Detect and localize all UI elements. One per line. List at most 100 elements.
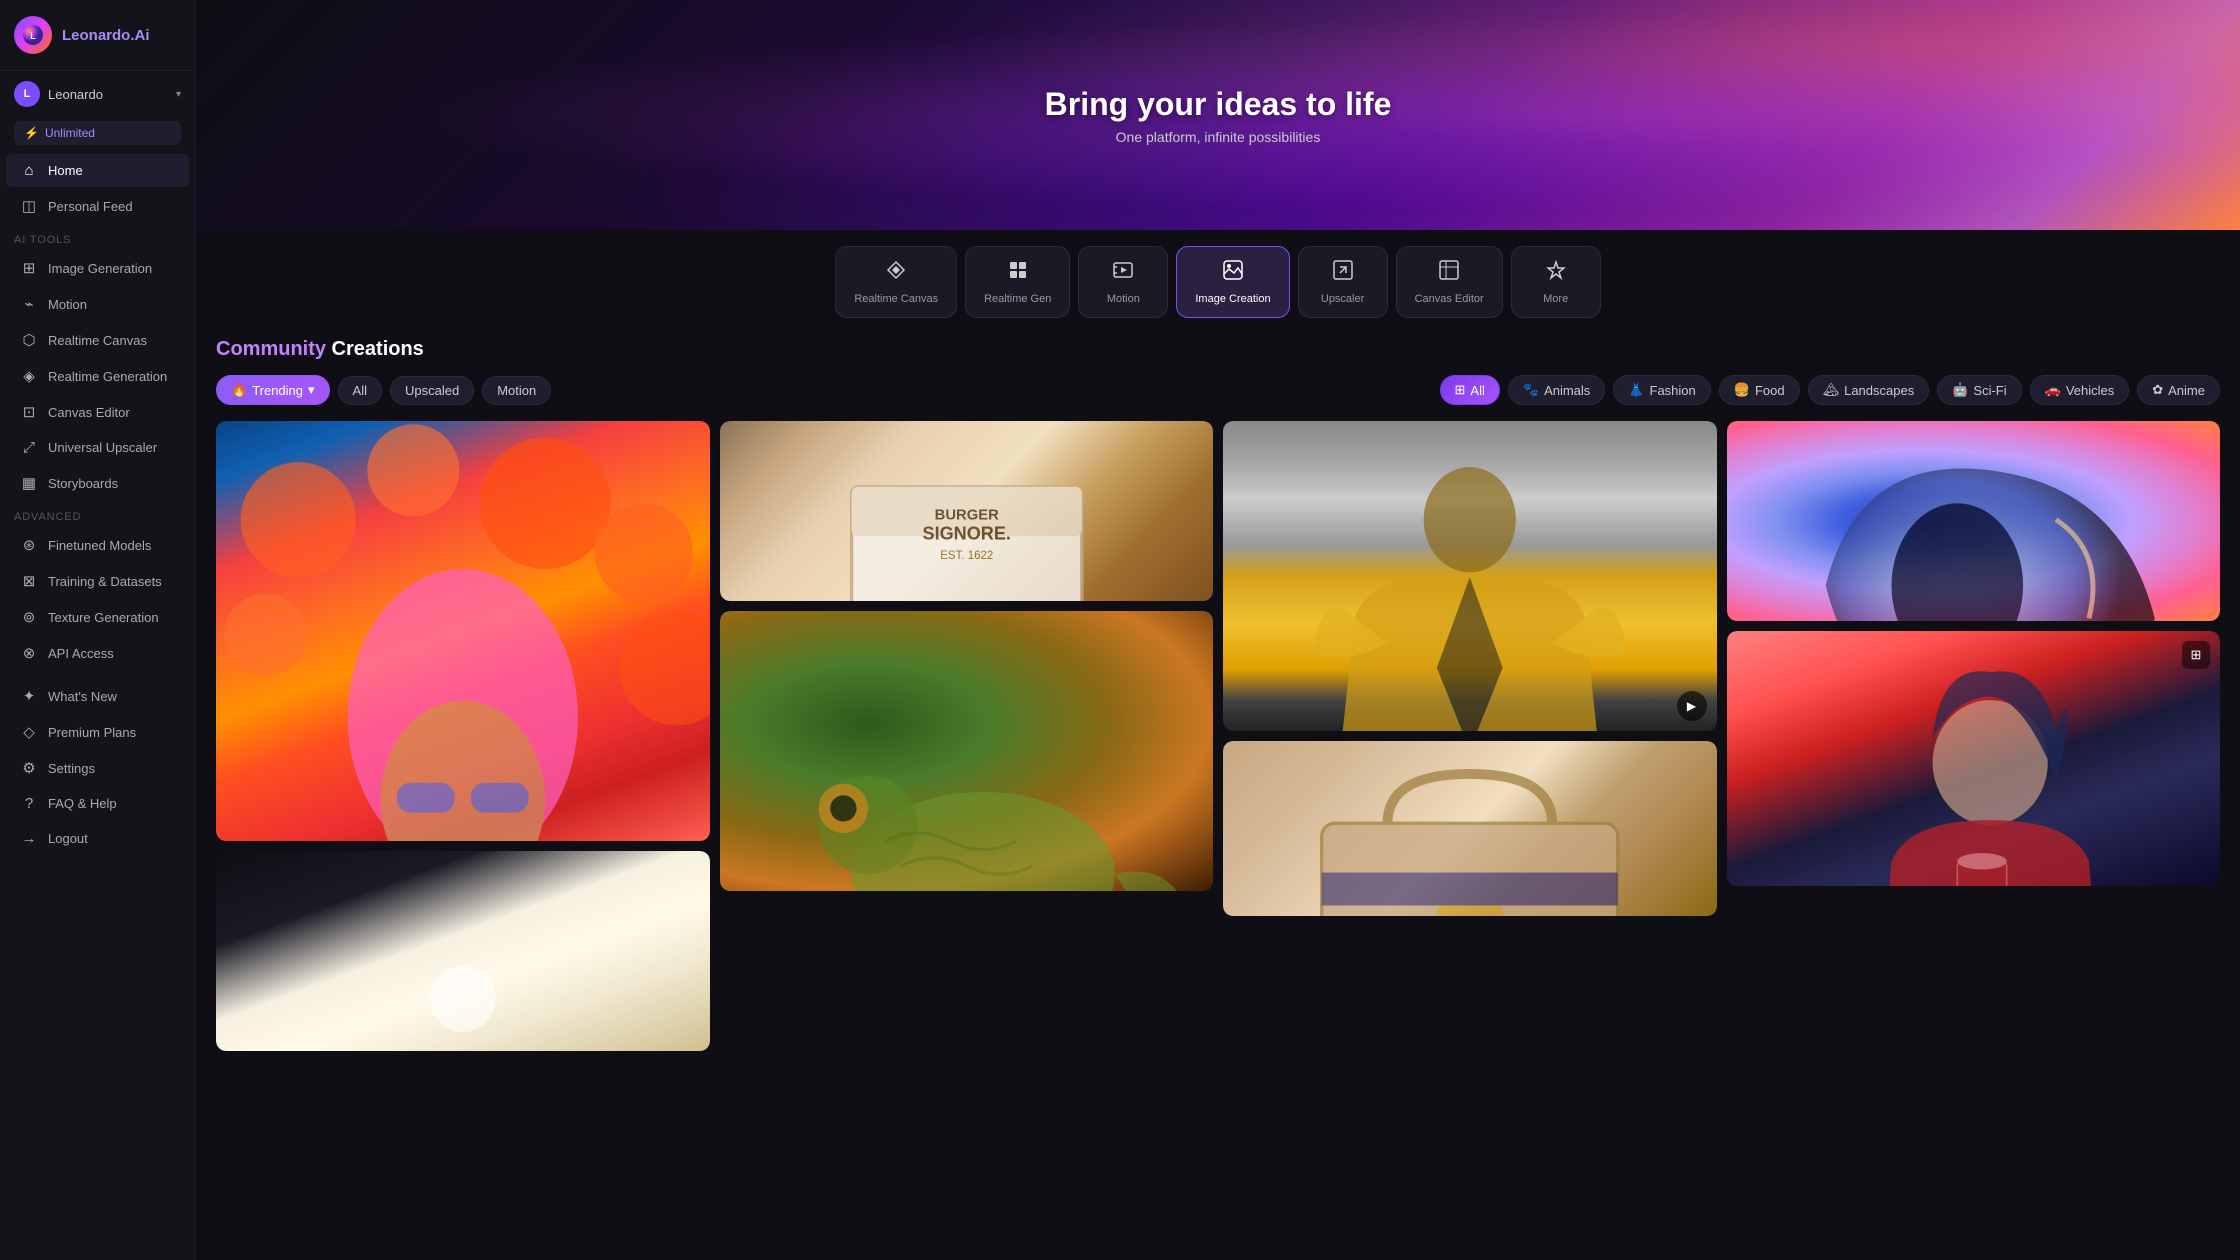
premium-icon: ◇ bbox=[20, 723, 38, 741]
toolbar-more[interactable]: More bbox=[1511, 246, 1601, 318]
filter-landscapes-label: Landscapes bbox=[1844, 383, 1914, 398]
sidebar-item-realtime-canvas[interactable]: ⬡ Realtime Canvas bbox=[6, 323, 189, 357]
chevron-down-icon: ▾ bbox=[176, 89, 181, 100]
image-creation-toolbar-icon bbox=[1222, 259, 1244, 287]
grid-item-woman-orange[interactable] bbox=[216, 421, 710, 841]
motion-toolbar-icon bbox=[1112, 259, 1134, 287]
filter-trending-label: Trending bbox=[252, 383, 303, 398]
sidebar-item-whats-new[interactable]: ✦ What's New bbox=[6, 679, 189, 713]
fashion-icon: 👗 bbox=[1628, 382, 1644, 398]
play-button-fashion[interactable]: ▶ bbox=[1677, 691, 1707, 721]
finetuned-icon: ⊛ bbox=[20, 536, 38, 554]
food-icon: 🍔 bbox=[1734, 382, 1750, 398]
logo[interactable]: L Leonardo.Ai bbox=[0, 0, 195, 71]
sidebar-item-universal-upscaler[interactable]: ⤢ Universal Upscaler bbox=[6, 431, 189, 464]
whats-new-icon: ✦ bbox=[20, 687, 38, 705]
sidebar-item-faq-help[interactable]: ? FAQ & Help bbox=[6, 787, 189, 820]
ai-tools-label: AI Tools bbox=[0, 224, 195, 250]
grid-item-fashion-man[interactable]: ▶ bbox=[1223, 421, 1717, 731]
section-title-highlight: Community bbox=[216, 338, 326, 360]
filter-sci-fi-label: Sci-Fi bbox=[1973, 383, 2006, 398]
toolbar-motion[interactable]: Motion bbox=[1078, 246, 1168, 318]
svg-text:EST. 1622: EST. 1622 bbox=[940, 550, 993, 562]
sidebar-item-realtime-generation[interactable]: ◈ Realtime Generation bbox=[6, 359, 189, 393]
sidebar-item-texture-generation[interactable]: ⊚ Texture Generation bbox=[6, 600, 189, 634]
upscaler-icon: ⤢ bbox=[20, 439, 38, 456]
filter-all-right[interactable]: ⊞ All bbox=[1440, 375, 1500, 405]
animals-icon: 🐾 bbox=[1523, 382, 1539, 398]
filter-motion-label: Motion bbox=[497, 383, 536, 398]
filter-vehicles[interactable]: 🚗 Vehicles bbox=[2030, 375, 2130, 405]
sidebar-item-home[interactable]: ⌂ Home bbox=[6, 154, 189, 187]
sidebar-item-label: Settings bbox=[48, 761, 95, 776]
sidebar-item-label: What's New bbox=[48, 689, 117, 704]
toolbar-realtime-gen[interactable]: Realtime Gen bbox=[965, 246, 1070, 318]
unlimited-badge[interactable]: ⚡ Unlimited bbox=[14, 121, 181, 145]
sidebar: L Leonardo.Ai L Leonardo ▾ ⚡ Unlimited ⌂… bbox=[0, 0, 196, 1260]
sidebar-item-label: Finetuned Models bbox=[48, 538, 151, 553]
sidebar-item-premium-plans[interactable]: ◇ Premium Plans bbox=[6, 715, 189, 749]
landscapes-icon: 🏔 bbox=[1823, 382, 1840, 398]
filter-trending[interactable]: 🔥 Trending ▾ bbox=[216, 375, 330, 405]
anime-icon: ✿ bbox=[2152, 382, 2163, 398]
main-content: Bring your ideas to life One platform, i… bbox=[196, 0, 2240, 1260]
sidebar-item-settings[interactable]: ⚙ Settings bbox=[6, 751, 189, 785]
sidebar-item-training-datasets[interactable]: ⊠ Training & Datasets bbox=[6, 564, 189, 598]
grid-menu-icon[interactable]: ⊞ bbox=[2182, 641, 2210, 669]
section-header: Community Creations bbox=[216, 334, 2220, 361]
toolbar-upscaler-label: Upscaler bbox=[1321, 293, 1364, 305]
trending-icon: 🔥 bbox=[231, 382, 247, 398]
grid-item-cream[interactable] bbox=[216, 851, 710, 1051]
filter-sci-fi[interactable]: 🤖 Sci-Fi bbox=[1937, 375, 2021, 405]
toolbar-canvas-editor-label: Canvas Editor bbox=[1415, 293, 1484, 305]
sidebar-item-personal-feed[interactable]: ◫ Personal Feed bbox=[6, 189, 189, 223]
filter-all-right-label: All bbox=[1470, 383, 1484, 398]
filter-motion[interactable]: Motion bbox=[482, 376, 551, 405]
grid-col-1 bbox=[216, 421, 710, 1051]
sidebar-item-label: Motion bbox=[48, 297, 87, 312]
storyboards-icon: ▦ bbox=[20, 474, 38, 492]
sidebar-item-canvas-editor[interactable]: ⊡ Canvas Editor bbox=[6, 395, 189, 429]
filter-all-left[interactable]: All bbox=[338, 376, 382, 405]
grid-item-chameleon[interactable] bbox=[720, 611, 1214, 891]
svg-text:BURGER: BURGER bbox=[934, 508, 998, 524]
filter-upscaled[interactable]: Upscaled bbox=[390, 376, 474, 405]
filter-all-left-label: All bbox=[353, 383, 367, 398]
sidebar-item-label: FAQ & Help bbox=[48, 796, 117, 811]
hero-banner: Bring your ideas to life One platform, i… bbox=[196, 0, 2240, 230]
sidebar-item-motion[interactable]: ⌁ Motion bbox=[6, 287, 189, 321]
filter-food[interactable]: 🍔 Food bbox=[1719, 375, 1800, 405]
sidebar-item-logout[interactable]: → Logout bbox=[6, 822, 189, 855]
svg-text:SIGNORE.: SIGNORE. bbox=[922, 523, 1010, 543]
sidebar-item-finetuned-models[interactable]: ⊛ Finetuned Models bbox=[6, 528, 189, 562]
sidebar-item-api-access[interactable]: ⊗ API Access bbox=[6, 636, 189, 670]
masonry-grid: BURGER SIGNORE. EST. 1622 bbox=[216, 421, 2220, 1051]
sidebar-item-label: Personal Feed bbox=[48, 199, 133, 214]
user-row[interactable]: L Leonardo ▾ bbox=[0, 71, 195, 117]
canvas-editor-toolbar-icon bbox=[1438, 259, 1460, 287]
realtime-gen-icon: ◈ bbox=[20, 367, 38, 385]
filter-animals[interactable]: 🐾 Animals bbox=[1508, 375, 1605, 405]
grid-item-anime-woman[interactable]: ⊞ bbox=[1727, 631, 2221, 886]
sidebar-item-image-generation[interactable]: ⊞ Image Generation bbox=[6, 251, 189, 285]
filter-landscapes[interactable]: 🏔 Landscapes bbox=[1808, 375, 1930, 405]
toolbar-realtime-gen-label: Realtime Gen bbox=[984, 293, 1051, 305]
grid-item-burger[interactable]: BURGER SIGNORE. EST. 1622 bbox=[720, 421, 1214, 601]
image-generation-icon: ⊞ bbox=[20, 259, 38, 277]
filter-fashion-label: Fashion bbox=[1650, 383, 1696, 398]
sidebar-item-storyboards[interactable]: ▦ Storyboards bbox=[6, 466, 189, 500]
grid-item-abstract[interactable] bbox=[1727, 421, 2221, 621]
filter-fashion[interactable]: 👗 Fashion bbox=[1613, 375, 1710, 405]
grid-col-3: ▶ bbox=[1223, 421, 1717, 1051]
filter-anime[interactable]: ✿ Anime bbox=[2137, 375, 2220, 405]
grid-item-bag[interactable] bbox=[1223, 741, 1717, 916]
home-icon: ⌂ bbox=[20, 162, 38, 179]
toolbar-canvas-editor[interactable]: Canvas Editor bbox=[1396, 246, 1503, 318]
api-icon: ⊗ bbox=[20, 644, 38, 662]
sidebar-item-label: Home bbox=[48, 163, 83, 178]
toolbar-realtime-canvas[interactable]: Realtime Canvas bbox=[835, 246, 957, 318]
trending-chevron-icon: ▾ bbox=[308, 382, 315, 398]
toolbar-image-creation[interactable]: Image Creation bbox=[1176, 246, 1289, 318]
toolbar-upscaler[interactable]: Upscaler bbox=[1298, 246, 1388, 318]
filter-food-label: Food bbox=[1755, 383, 1785, 398]
